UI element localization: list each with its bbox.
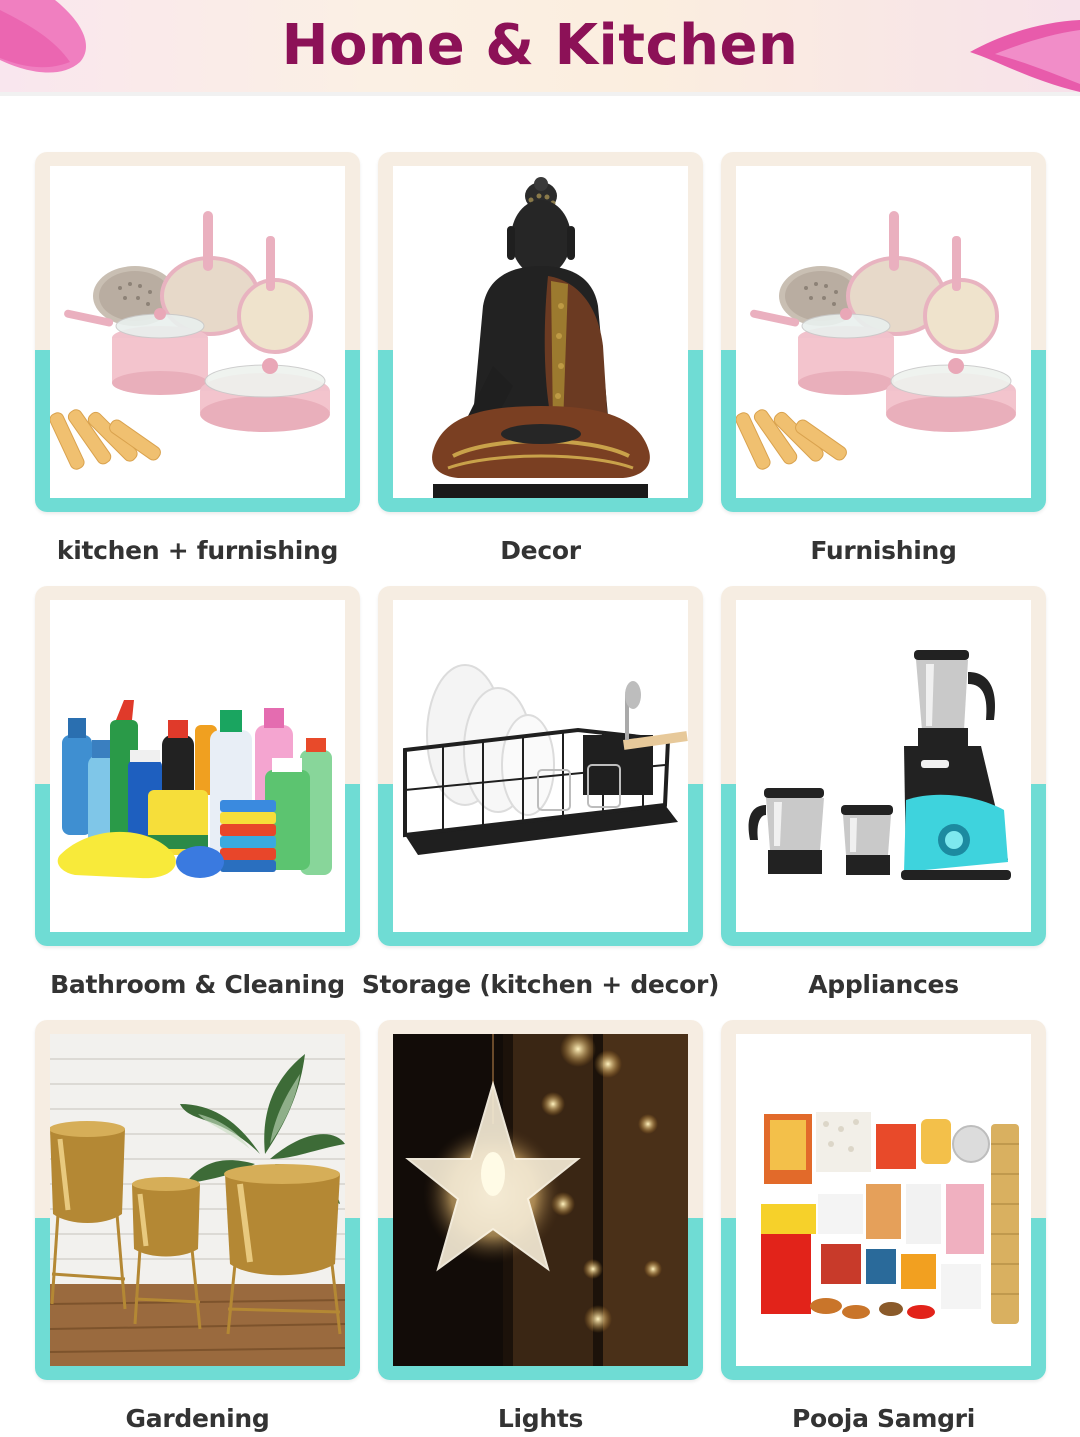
category-card[interactable] <box>35 586 360 946</box>
planters-icon <box>50 1034 345 1366</box>
category-card[interactable] <box>721 1020 1046 1380</box>
pooja-kit-icon <box>761 1112 1019 1324</box>
category-card[interactable] <box>378 152 703 512</box>
category-image <box>736 1034 1031 1366</box>
category-card[interactable] <box>721 586 1046 946</box>
category-label[interactable]: Storage (kitchen + decor) <box>358 970 723 999</box>
category-image <box>736 600 1031 932</box>
category-grid: kitchen + furnishing Decor Furnishing Ba… <box>0 0 1080 1437</box>
category-label[interactable]: Gardening <box>15 1404 380 1433</box>
cleaning-supplies-icon <box>57 700 332 879</box>
category-label[interactable]: kitchen + furnishing <box>15 536 380 565</box>
category-image <box>50 600 345 932</box>
category-image <box>50 166 345 498</box>
category-image <box>393 166 688 498</box>
category-image <box>393 600 688 932</box>
category-image <box>393 1034 688 1366</box>
mixer-grinder-icon <box>748 650 1011 880</box>
cookware-set-icon <box>50 211 330 470</box>
category-label[interactable]: Decor <box>358 536 723 565</box>
category-label[interactable]: Lights <box>358 1404 723 1433</box>
category-label[interactable]: Bathroom & Cleaning <box>15 970 380 999</box>
category-label[interactable]: Pooja Samgri <box>701 1404 1066 1433</box>
dish-rack-icon <box>403 664 688 855</box>
category-image <box>50 1034 345 1366</box>
category-image <box>736 166 1031 498</box>
category-label[interactable]: Appliances <box>701 970 1066 999</box>
category-card[interactable] <box>378 1020 703 1380</box>
buddha-statue-icon <box>432 177 650 498</box>
category-card[interactable] <box>721 152 1046 512</box>
cookware-set-icon <box>736 211 1016 470</box>
category-card[interactable] <box>35 1020 360 1380</box>
category-card[interactable] <box>35 152 360 512</box>
star-light-icon <box>393 1034 688 1366</box>
category-card[interactable] <box>378 586 703 946</box>
category-label[interactable]: Furnishing <box>701 536 1066 565</box>
